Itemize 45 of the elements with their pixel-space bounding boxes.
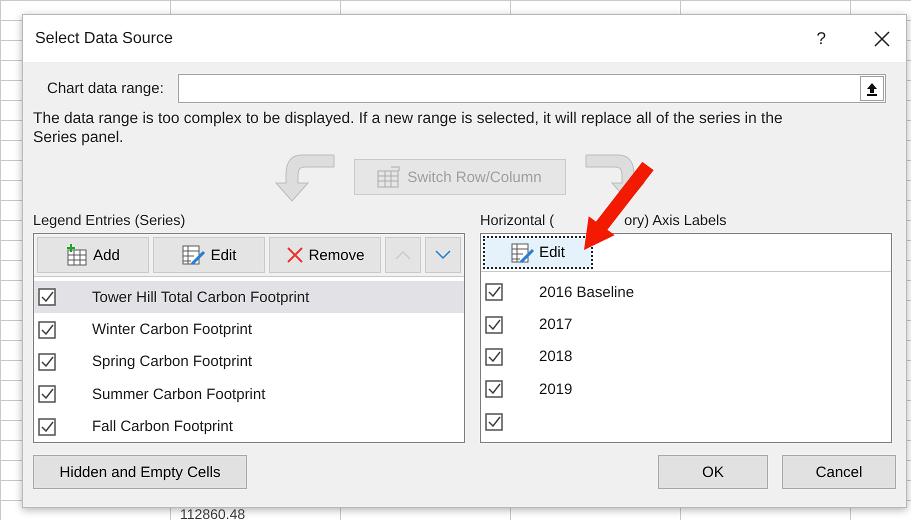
- series-item[interactable]: Winter Carbon Footprint: [34, 313, 464, 346]
- checkbox[interactable]: [485, 316, 503, 334]
- upload-arrow-icon: [866, 82, 878, 96]
- remove-button[interactable]: Remove: [269, 237, 381, 273]
- checkbox[interactable]: [38, 418, 56, 436]
- checkbox[interactable]: [485, 348, 503, 366]
- axis-label-item[interactable]: 2019: [481, 373, 891, 406]
- remove-x-icon: [286, 246, 304, 264]
- checkbox[interactable]: [38, 352, 56, 371]
- series-item[interactable]: Fall Carbon Footprint: [34, 410, 464, 443]
- series-item[interactable]: Summer Carbon Footprint: [34, 378, 464, 411]
- cancel-button[interactable]: Cancel: [782, 455, 896, 489]
- checkbox[interactable]: [485, 412, 503, 431]
- edit-table-icon: [511, 242, 536, 264]
- series-item[interactable]: Spring Carbon Footprint: [34, 346, 464, 378]
- close-icon[interactable]: [874, 30, 890, 46]
- collapse-button[interactable]: [860, 76, 884, 101]
- help-button[interactable]: ?: [816, 28, 826, 48]
- axis-label-item[interactable]: 2017: [481, 308, 891, 341]
- window-title: Select Data Source: [35, 30, 174, 48]
- edit-button[interactable]: Edit: [483, 236, 593, 269]
- section-title: ory) Axis Labels: [624, 213, 726, 229]
- checkbox[interactable]: [485, 283, 503, 302]
- chevron-down-icon: [435, 250, 451, 260]
- section-title: Horizontal (: [480, 213, 554, 229]
- hidden-empty-cells-button[interactable]: Hidden and Empty Cells: [33, 455, 247, 489]
- ok-button[interactable]: OK: [658, 455, 768, 489]
- chevron-up-icon: [395, 250, 411, 260]
- axis-label-item[interactable]: 2016 Baseline: [481, 276, 891, 308]
- message-text: The data range is too complex to be displayed. If a new range is selected, it will replace all of the series in the Series panel.: [33, 109, 784, 147]
- axis-label-item[interactable]: 2018: [481, 340, 891, 374]
- add-button[interactable]: Add: [37, 237, 149, 273]
- section-title: Legend Entries (Series): [33, 213, 186, 229]
- table-icon: [377, 166, 402, 188]
- add-table-icon: [66, 244, 88, 266]
- checkbox[interactable]: [485, 380, 503, 398]
- edit-table-icon: [182, 244, 206, 266]
- range-field[interactable]: [178, 74, 886, 103]
- series-item[interactable]: Tower Hill Total Carbon Footprint: [34, 281, 464, 314]
- edit-button[interactable]: Edit: [153, 237, 265, 273]
- checkbox[interactable]: [38, 320, 56, 339]
- cell-value: 112860.48: [180, 506, 246, 520]
- checkbox[interactable]: [38, 288, 56, 306]
- checkbox[interactable]: [38, 385, 56, 404]
- field-label: Chart data range:: [47, 80, 164, 97]
